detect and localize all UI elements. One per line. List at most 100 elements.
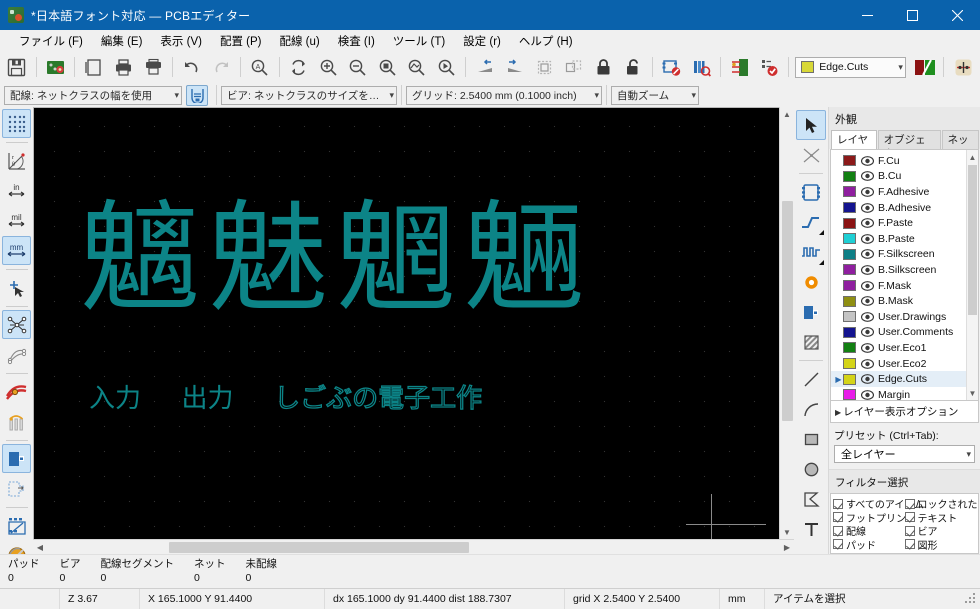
layer-row[interactable]: F.Mask (831, 278, 966, 294)
checkbox-icon[interactable] (904, 525, 915, 536)
layer-visibility-eye-icon[interactable] (860, 217, 874, 229)
menu-edit[interactable]: 編集 (E) (92, 31, 152, 51)
filter-checkbox-item[interactable]: 配線 (833, 524, 905, 538)
full-crosshair-icon[interactable] (2, 273, 31, 302)
show-ratsnest-icon[interactable] (2, 310, 31, 339)
route-track-icon[interactable] (796, 207, 826, 237)
horizontal-scroll-thumb[interactable] (169, 541, 469, 553)
layer-row[interactable]: User.Drawings (831, 309, 966, 325)
layer-display-options-toggle[interactable]: ▶ レイヤー表示オプション (830, 401, 979, 423)
draw-polygon-icon[interactable] (796, 484, 826, 514)
scroll-left-icon[interactable]: ◀ (33, 540, 47, 554)
checkbox-icon[interactable] (904, 498, 915, 509)
tab-objects[interactable]: オブジェクト (877, 130, 941, 160)
layer-color-swatch[interactable] (843, 326, 856, 338)
layer-row[interactable]: User.Eco2 (831, 356, 966, 372)
layer-color-swatch[interactable] (843, 373, 856, 385)
curved-ratsnest-icon[interactable] (2, 340, 31, 369)
pcb-canvas[interactable]: 魑魅魍魎 入力 出力 しごぶの電子工作 (33, 107, 779, 539)
scroll-right-icon[interactable]: ▶ (780, 540, 794, 554)
vertical-scroll-thumb[interactable] (781, 201, 793, 421)
flip-right-icon[interactable] (500, 53, 530, 81)
draw-rectangle-icon[interactable] (796, 424, 826, 454)
grid-select[interactable]: グリッド: 2.5400 mm (0.1000 inch) ▾ (406, 85, 602, 105)
layer-visibility-eye-icon[interactable] (860, 248, 874, 260)
active-layer-select[interactable]: Edge.Cuts ▾ (795, 56, 906, 78)
drc-icon[interactable] (755, 53, 785, 81)
draw-circle-icon[interactable] (796, 454, 826, 484)
layer-visibility-eye-icon[interactable] (860, 170, 874, 182)
menu-prefs[interactable]: 設定 (r) (454, 31, 510, 51)
layer-visibility-eye-icon[interactable] (860, 311, 874, 323)
group-icon[interactable] (530, 53, 560, 81)
layer-row[interactable]: F.Adhesive (831, 184, 966, 200)
track-filled-icon[interactable] (2, 377, 31, 406)
layer-visibility-eye-icon[interactable] (860, 342, 874, 354)
maximize-icon[interactable] (890, 0, 935, 30)
layer-row[interactable]: B.Silkscreen (831, 262, 966, 278)
silkscreen-small-text-row[interactable]: 入力 出力 しごぶの電子工作 (89, 378, 483, 415)
filter-checkbox-item[interactable]: すべてのアイテム (833, 497, 924, 511)
add-rule-area-icon[interactable] (796, 327, 826, 357)
silkscreen-text-author[interactable]: しごぶの電子工作 (273, 383, 482, 414)
auto-track-width-icon[interactable] (186, 84, 208, 106)
find-icon[interactable]: A (245, 53, 275, 81)
close-icon[interactable] (935, 0, 980, 30)
undo-icon[interactable] (177, 53, 207, 81)
menu-view[interactable]: 表示 (V) (151, 31, 211, 51)
filter-checkbox-item[interactable]: 図形 (904, 538, 977, 552)
silkscreen-big-text[interactable]: 魑魅魍魎 (80, 200, 592, 320)
add-text-icon[interactable] (796, 514, 826, 544)
layer-visibility-eye-icon[interactable] (860, 373, 874, 385)
filter-checkbox-item[interactable]: パッド (833, 538, 905, 552)
layer-row[interactable]: Margin (831, 387, 966, 400)
footprint-viewer-icon[interactable] (686, 53, 716, 81)
toggle-grid-icon[interactable] (2, 109, 31, 138)
layer-color-swatch[interactable] (843, 202, 856, 214)
zoom-select[interactable]: 自動ズーム ▾ (611, 85, 699, 105)
layer-color-swatch[interactable] (843, 155, 856, 167)
print-icon[interactable] (109, 53, 139, 81)
board-setup-icon[interactable] (41, 53, 71, 81)
add-filled-zone-icon[interactable] (796, 297, 826, 327)
tab-nets[interactable]: ネット (941, 130, 979, 160)
layer-row[interactable]: ▶ Edge.Cuts (831, 371, 966, 387)
canvas-horizontal-scrollbar[interactable]: ◀ ▶ (33, 539, 794, 554)
layer-row[interactable]: F.Silkscreen (831, 247, 966, 263)
draw-arc-icon[interactable] (796, 394, 826, 424)
layer-color-swatch[interactable] (843, 311, 856, 323)
layer-visibility-eye-icon[interactable] (860, 155, 874, 167)
layer-visibility-eye-icon[interactable] (860, 233, 874, 245)
unlock-icon[interactable] (618, 53, 648, 81)
zoom-out-icon[interactable] (343, 53, 373, 81)
page-settings-icon[interactable] (79, 53, 109, 81)
checkbox-icon[interactable] (904, 539, 915, 550)
layer-row[interactable]: F.Paste (831, 215, 966, 231)
layer-color-swatch[interactable] (843, 170, 856, 182)
checkbox-icon[interactable] (904, 512, 915, 523)
zoom-selection-icon[interactable] (432, 53, 462, 81)
layer-list[interactable]: F.Cu B.Cu F.Adhesive B.Adhesive F.Paste B.Pas… (831, 150, 966, 400)
ungroup-icon[interactable] (559, 53, 589, 81)
menu-route[interactable]: 配線 (u) (270, 31, 328, 51)
layer-visibility-eye-icon[interactable] (860, 186, 874, 198)
preset-select[interactable]: 全レイヤー ▾ (834, 445, 975, 463)
status-units[interactable]: mm (720, 588, 765, 609)
layer-visibility-eye-icon[interactable] (860, 389, 874, 400)
scroll-up-icon[interactable]: ▲ (780, 107, 795, 121)
layer-color-swatch[interactable] (843, 280, 856, 292)
save-icon[interactable] (2, 53, 32, 81)
units-mil-icon[interactable]: mil (2, 206, 31, 235)
highlight-net-icon[interactable] (796, 140, 826, 170)
layer-row[interactable]: B.Cu (831, 169, 966, 185)
silkscreen-text-output[interactable]: 出力 (182, 384, 234, 414)
net-highlight-icon[interactable] (948, 53, 978, 81)
layer-color-swatch[interactable] (843, 389, 856, 400)
canvas-vertical-scrollbar[interactable]: ▲ ▼ (779, 107, 794, 539)
layer-color-swatch[interactable] (843, 358, 856, 370)
zoom-in-icon[interactable] (313, 53, 343, 81)
layer-visibility-eye-icon[interactable] (860, 358, 874, 370)
units-mm-icon[interactable]: mm (2, 236, 31, 265)
menu-tools[interactable]: ツール (T) (384, 31, 454, 51)
menu-file[interactable]: ファイル (F) (10, 31, 92, 51)
